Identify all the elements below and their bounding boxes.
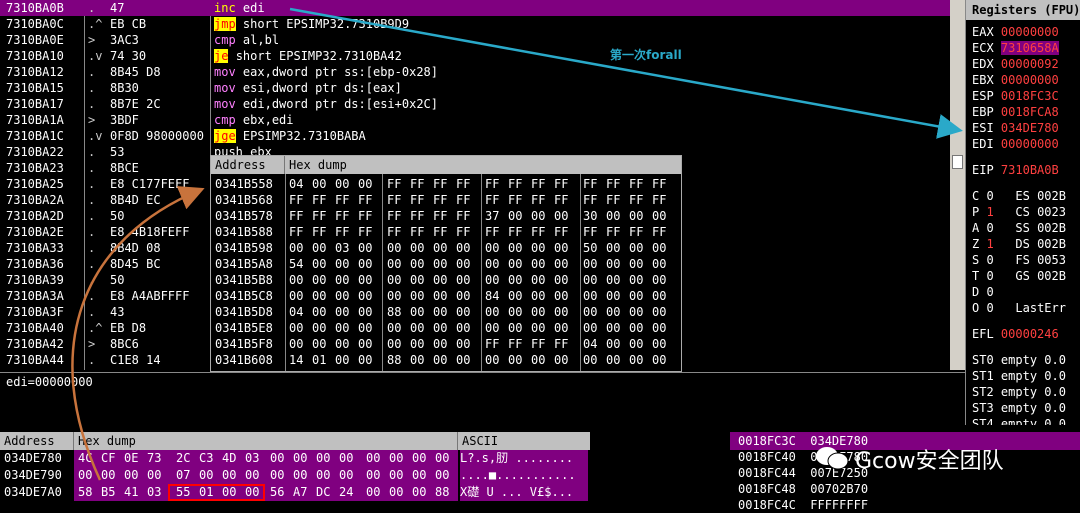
teal-arrow (289, 7, 963, 139)
annotation-arrows (71, 7, 963, 481)
annotation-label: 第一次forall (610, 48, 682, 62)
wechat-icon (816, 447, 849, 470)
watermark: Gcow安全团队 (815, 443, 1080, 474)
watermark-text: Gcow安全团队 (855, 449, 1004, 474)
brown-arrow (71, 186, 205, 481)
